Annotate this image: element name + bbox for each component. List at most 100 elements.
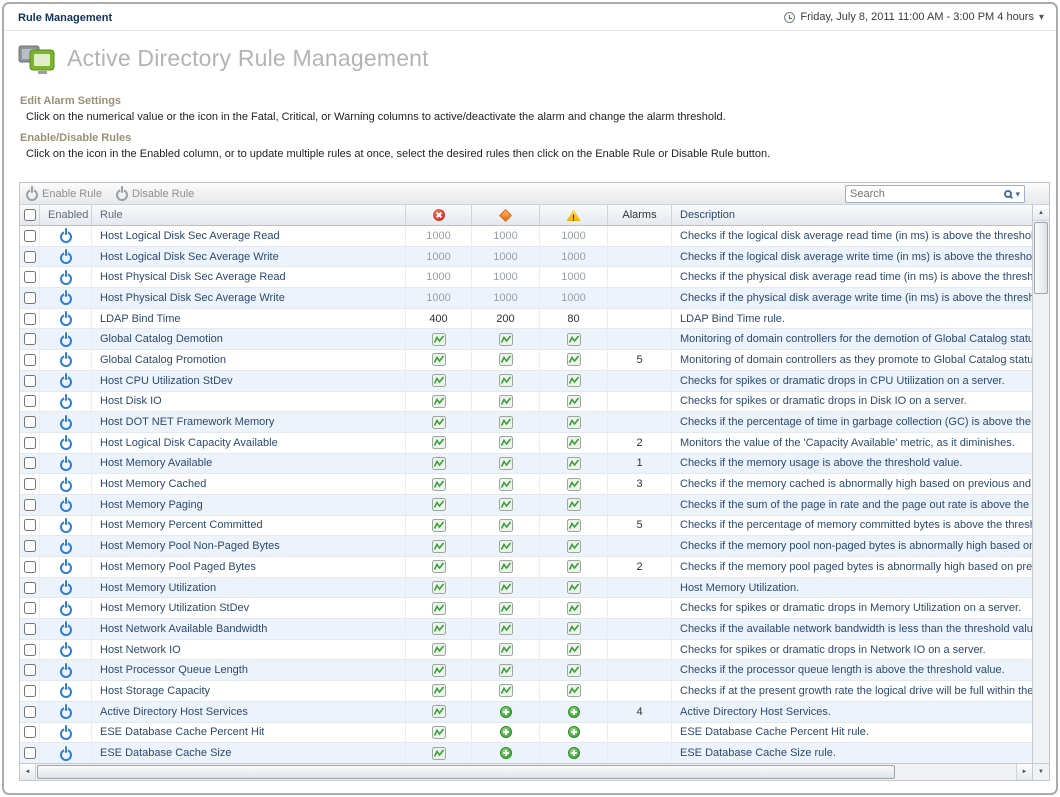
rule-name[interactable]: Host Memory Utilization: [100, 582, 216, 594]
edit-threshold-chart-icon[interactable]: [567, 436, 581, 449]
scroll-up-arrow[interactable]: [1033, 205, 1049, 221]
rule-name[interactable]: Host Disk IO: [100, 395, 162, 407]
threshold-value[interactable]: 1000: [493, 271, 517, 283]
edit-threshold-chart-icon[interactable]: [567, 498, 581, 511]
threshold-value[interactable]: 400: [429, 313, 447, 325]
edit-threshold-chart-icon[interactable]: [499, 581, 513, 594]
threshold-value[interactable]: 1000: [426, 292, 450, 304]
rule-name[interactable]: Host Logical Disk Sec Average Read: [100, 230, 280, 242]
rule-name[interactable]: Host Memory Utilization StDev: [100, 602, 249, 614]
enabled-power-icon[interactable]: [60, 604, 72, 616]
threshold-value[interactable]: 200: [496, 313, 514, 325]
edit-threshold-chart-icon[interactable]: [499, 602, 513, 615]
row-checkbox[interactable]: [24, 561, 36, 573]
enabled-power-icon[interactable]: [60, 314, 72, 326]
enabled-power-icon[interactable]: [60, 728, 72, 740]
edit-threshold-chart-icon[interactable]: [432, 602, 446, 615]
add-alarm-icon[interactable]: [568, 726, 580, 738]
edit-threshold-chart-icon[interactable]: [432, 498, 446, 511]
rule-name[interactable]: Host Memory Cached: [100, 478, 206, 490]
edit-threshold-chart-icon[interactable]: [432, 436, 446, 449]
threshold-value[interactable]: 1000: [493, 251, 517, 263]
edit-threshold-chart-icon[interactable]: [432, 478, 446, 491]
rule-name[interactable]: ESE Database Cache Percent Hit: [100, 726, 264, 738]
enabled-power-icon[interactable]: [60, 500, 72, 512]
row-checkbox[interactable]: [24, 685, 36, 697]
edit-threshold-chart-icon[interactable]: [432, 353, 446, 366]
rule-name[interactable]: ESE Database Cache Size: [100, 747, 231, 759]
enabled-power-icon[interactable]: [60, 562, 72, 574]
row-checkbox[interactable]: [24, 333, 36, 345]
edit-threshold-chart-icon[interactable]: [432, 395, 446, 408]
enabled-power-icon[interactable]: [60, 542, 72, 554]
row-checkbox[interactable]: [24, 271, 36, 283]
enabled-power-icon[interactable]: [60, 438, 72, 450]
threshold-value[interactable]: 1000: [561, 271, 585, 283]
edit-threshold-chart-icon[interactable]: [499, 333, 513, 346]
edit-threshold-chart-icon[interactable]: [567, 581, 581, 594]
column-header-description[interactable]: Description: [672, 205, 1032, 225]
row-checkbox[interactable]: [24, 644, 36, 656]
row-checkbox[interactable]: [24, 747, 36, 759]
edit-threshold-chart-icon[interactable]: [432, 374, 446, 387]
add-alarm-icon[interactable]: [500, 706, 512, 718]
add-alarm-icon[interactable]: [568, 706, 580, 718]
enabled-power-icon[interactable]: [60, 397, 72, 409]
row-checkbox[interactable]: [24, 437, 36, 449]
rule-name[interactable]: Host Memory Paging: [100, 499, 203, 511]
search-input[interactable]: [846, 187, 1004, 201]
row-checkbox[interactable]: [24, 519, 36, 531]
row-checkbox[interactable]: [24, 706, 36, 718]
rule-name[interactable]: Host Network Available Bandwidth: [100, 623, 267, 635]
edit-threshold-chart-icon[interactable]: [567, 457, 581, 470]
rule-name[interactable]: Global Catalog Demotion: [100, 333, 223, 345]
rule-name[interactable]: Host Network IO: [100, 644, 181, 656]
threshold-value[interactable]: 1000: [426, 251, 450, 263]
threshold-value[interactable]: 1000: [426, 230, 450, 242]
column-header-fatal[interactable]: [406, 205, 472, 225]
edit-threshold-chart-icon[interactable]: [432, 560, 446, 573]
enabled-power-icon[interactable]: [60, 686, 72, 698]
row-checkbox[interactable]: [24, 540, 36, 552]
enable-rule-button[interactable]: Enable Rule: [26, 187, 102, 201]
rule-name[interactable]: Host Processor Queue Length: [100, 664, 248, 676]
threshold-value[interactable]: 1000: [493, 230, 517, 242]
edit-threshold-chart-icon[interactable]: [499, 560, 513, 573]
edit-threshold-chart-icon[interactable]: [499, 664, 513, 677]
edit-threshold-chart-icon[interactable]: [499, 395, 513, 408]
row-checkbox[interactable]: [24, 230, 36, 242]
edit-threshold-chart-icon[interactable]: [432, 519, 446, 532]
edit-threshold-chart-icon[interactable]: [432, 643, 446, 656]
edit-threshold-chart-icon[interactable]: [567, 374, 581, 387]
rule-name[interactable]: Host CPU Utilization StDev: [100, 375, 233, 387]
enabled-power-icon[interactable]: [60, 666, 72, 678]
scroll-left-arrow[interactable]: [20, 764, 36, 780]
scroll-down-arrow[interactable]: [1032, 763, 1049, 780]
edit-threshold-chart-icon[interactable]: [499, 478, 513, 491]
edit-threshold-chart-icon[interactable]: [567, 416, 581, 429]
rule-name[interactable]: Host Memory Pool Paged Bytes: [100, 561, 256, 573]
disable-rule-button[interactable]: Disable Rule: [116, 187, 194, 201]
rule-name[interactable]: Host Storage Capacity: [100, 685, 210, 697]
edit-threshold-chart-icon[interactable]: [567, 333, 581, 346]
threshold-value[interactable]: 80: [567, 313, 579, 325]
rule-name[interactable]: Host Physical Disk Sec Average Read: [100, 271, 286, 283]
row-checkbox[interactable]: [24, 582, 36, 594]
row-checkbox[interactable]: [24, 499, 36, 511]
enabled-power-icon[interactable]: [60, 355, 72, 367]
edit-threshold-chart-icon[interactable]: [499, 416, 513, 429]
threshold-value[interactable]: 1000: [561, 230, 585, 242]
enabled-power-icon[interactable]: [60, 293, 72, 305]
timerange-selector[interactable]: Friday, July 8, 2011 11:00 AM - 3:00 PM …: [784, 11, 1044, 23]
edit-threshold-chart-icon[interactable]: [567, 478, 581, 491]
add-alarm-icon[interactable]: [500, 747, 512, 759]
row-checkbox[interactable]: [24, 602, 36, 614]
row-checkbox[interactable]: [24, 313, 36, 325]
edit-threshold-chart-icon[interactable]: [567, 643, 581, 656]
edit-threshold-chart-icon[interactable]: [499, 643, 513, 656]
edit-threshold-chart-icon[interactable]: [432, 622, 446, 635]
enabled-power-icon[interactable]: [60, 252, 72, 264]
vertical-scrollbar[interactable]: [1032, 205, 1049, 763]
column-header-critical[interactable]: [472, 205, 540, 225]
edit-threshold-chart-icon[interactable]: [567, 664, 581, 677]
